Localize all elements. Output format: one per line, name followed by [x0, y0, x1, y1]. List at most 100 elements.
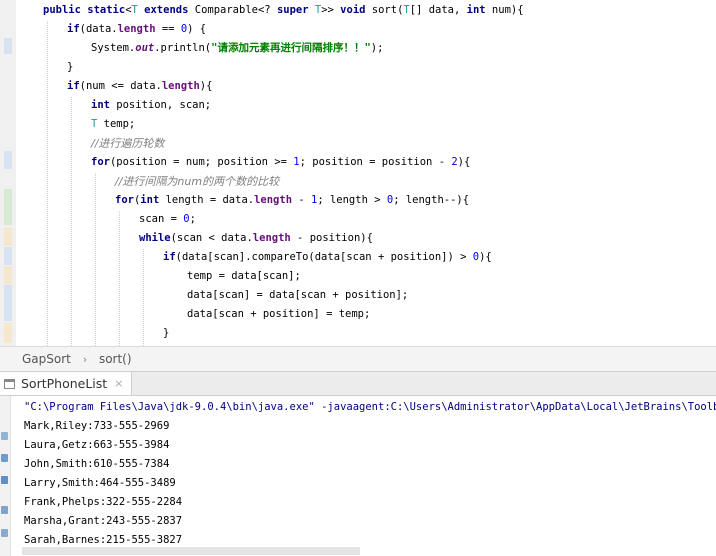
code-token: (data.	[79, 23, 118, 35]
rerun-icon[interactable]	[1, 432, 8, 440]
code-token: length	[252, 232, 291, 244]
code-token: //进行间隔为num的两个数的比较	[115, 175, 280, 188]
code-token: out	[135, 42, 155, 54]
code-token: scan =	[139, 213, 184, 225]
breadcrumb-method[interactable]: sort()	[99, 347, 132, 371]
code-token: //进行遍历轮数	[91, 137, 165, 150]
code-editor[interactable]: public static<T extends Comparable<? sup…	[0, 0, 716, 346]
code-token: ==	[155, 23, 181, 35]
code-token: length	[161, 80, 200, 92]
code-token: ) {	[187, 23, 207, 35]
run-tab-bar: SortPhoneList ×	[0, 371, 716, 396]
code-line: System.out.println("请添加元素再进行间隔排序！！");	[91, 39, 383, 58]
code-token: sort(	[365, 4, 404, 16]
console-output-line: Laura,Getz:663-555-3984	[24, 439, 170, 451]
change-marker	[4, 323, 12, 343]
code-token: ;	[189, 213, 196, 225]
indent-guide	[119, 211, 120, 346]
code-line: data[scan] = data[scan + position];	[187, 286, 408, 305]
code-line: public static<T extends Comparable<? sup…	[43, 1, 524, 20]
breadcrumb-class[interactable]: GapSort	[22, 347, 71, 371]
code-token: Comparable<?	[188, 4, 277, 16]
code-token: int	[466, 4, 486, 16]
code-line: data[scan + position] = temp;	[187, 305, 370, 324]
code-line: //进行间隔为num的两个数的比较	[115, 172, 279, 191]
code-token: void	[340, 4, 366, 16]
change-marker	[4, 228, 12, 246]
code-token: (data[scan].compareTo(data[scan + positi…	[175, 251, 473, 263]
code-token: length = data.	[159, 194, 255, 206]
code-token: -	[292, 194, 311, 206]
code-token: }	[163, 327, 170, 339]
indent-guide	[47, 21, 48, 346]
console-output-line: Mark,Riley:733-555-2969	[24, 420, 170, 432]
code-token: - position){	[290, 232, 373, 244]
code-token: (scan < data.	[170, 232, 253, 244]
console-output-line: John,Smith:610-555-7384	[24, 458, 170, 470]
code-line: }	[67, 58, 73, 77]
code-token: (num <= data.	[79, 80, 162, 92]
code-line: if(data.length == 0) {	[67, 20, 206, 39]
code-token: extends	[137, 4, 189, 16]
code-token: ){	[199, 80, 213, 92]
code-line: while(scan < data.length - position){	[139, 229, 373, 248]
code-token: temp;	[97, 118, 136, 130]
code-token: );	[370, 42, 384, 54]
change-marker	[4, 189, 12, 225]
change-marker	[4, 266, 12, 284]
code-token: ; length--){	[393, 194, 470, 206]
code-token: ){	[479, 251, 492, 263]
change-marker	[4, 38, 12, 54]
change-marker	[4, 247, 12, 265]
code-line: if(num <= data.length){	[67, 77, 212, 96]
code-token: }	[67, 61, 74, 73]
code-token: .println(	[154, 42, 212, 54]
indent-guide	[71, 97, 72, 346]
code-line: for(int length = data.length - 1; length…	[115, 191, 469, 210]
code-token: ; position = position -	[299, 156, 452, 168]
code-token: for	[115, 194, 134, 206]
code-token: if	[67, 80, 80, 92]
indent-guide	[143, 249, 144, 346]
code-token: data[scan + position] = temp;	[187, 308, 371, 320]
code-token: while	[139, 232, 171, 244]
code-token: super	[276, 4, 309, 16]
console-command-line: "C:\Program Files\Java\jdk-9.0.4\bin\jav…	[24, 401, 716, 413]
code-token: if	[67, 23, 80, 35]
wrap-icon[interactable]	[1, 529, 8, 537]
code-token: int	[91, 99, 110, 111]
code-token: for	[91, 156, 110, 168]
code-token: [] data,	[409, 4, 467, 16]
pin-icon[interactable]	[1, 506, 8, 514]
code-token: if	[163, 251, 176, 263]
code-token: num){	[485, 4, 524, 16]
editor-gutter	[0, 0, 16, 346]
code-token: "请添加元素再进行间隔排序！！"	[211, 42, 371, 54]
breadcrumb: GapSort › sort()	[0, 346, 716, 371]
console-output-line: Marsha,Grant:243-555-2837	[24, 515, 183, 527]
run-tab-label: SortPhoneList	[21, 376, 108, 391]
code-line: }	[163, 324, 169, 343]
code-line: int position, scan;	[91, 96, 211, 115]
run-console[interactable]: "C:\Program Files\Java\jdk-9.0.4\bin\jav…	[0, 396, 716, 556]
change-marker	[4, 285, 12, 321]
code-line: scan = 0;	[139, 210, 196, 229]
code-token: length	[117, 23, 156, 35]
code-token: public static	[43, 4, 126, 16]
code-token: System.	[91, 42, 136, 54]
code-token: (position = num; position >=	[109, 156, 294, 168]
code-token: ){	[457, 156, 471, 168]
horizontal-scrollbar[interactable]	[22, 547, 360, 555]
code-token: >>	[321, 4, 341, 16]
code-line: T temp;	[91, 115, 135, 134]
stop-icon[interactable]	[1, 454, 8, 462]
console-output-line: Frank,Phelps:322-555-2284	[24, 496, 183, 508]
console-toolbar	[0, 396, 11, 556]
code-line: if(data[scan].compareTo(data[scan + posi…	[163, 248, 492, 267]
restore-layout-icon[interactable]	[1, 476, 8, 484]
code-line: for(position = num; position >= 1; posit…	[91, 153, 470, 172]
code-token: data[scan] = data[scan + position];	[187, 289, 409, 301]
run-tab-sortphonelist[interactable]: SortPhoneList ×	[0, 372, 133, 395]
close-icon[interactable]: ×	[114, 377, 123, 390]
indent-guide	[95, 173, 96, 346]
